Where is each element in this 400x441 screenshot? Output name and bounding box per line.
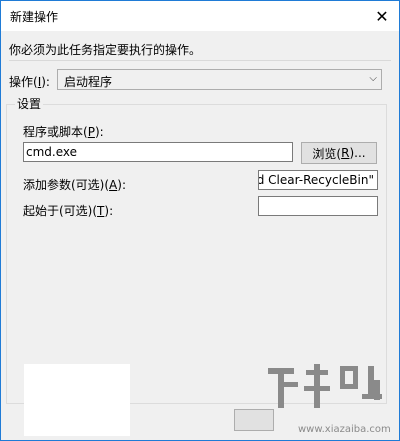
args-input[interactable]: and Clear-RecycleBin": [258, 170, 378, 190]
action-select-value: 启动程序: [64, 75, 113, 89]
window-title: 新建操作: [10, 10, 59, 24]
instruction-text: 你必须为此任务指定要执行的操作。: [9, 43, 202, 57]
settings-group-label: 设置: [15, 95, 44, 112]
browse-button[interactable]: 浏览(R)...: [301, 142, 377, 164]
start-in-label: 起始于(可选)(T):: [23, 204, 114, 218]
close-button[interactable]: ✕: [365, 1, 399, 31]
close-icon: ✕: [375, 6, 389, 26]
start-in-input[interactable]: [258, 196, 378, 216]
action-label: 操作(I):: [9, 75, 50, 89]
action-select[interactable]: 启动程序 ⌵: [57, 69, 382, 90]
divider: [9, 60, 391, 61]
title-bar: 新建操作 ✕: [1, 1, 399, 31]
args-label: 添加参数(可选)(A):: [23, 178, 126, 192]
chevron-down-icon: ⌵: [369, 73, 377, 84]
program-input[interactable]: cmd.exe: [23, 142, 293, 162]
blank-overlay: [24, 364, 130, 436]
watermark-logo: www.xiazaiba.com: [258, 358, 391, 438]
program-label: 程序或脚本(P):: [23, 125, 104, 139]
watermark-url: www.xiazaiba.com: [298, 424, 390, 435]
download-logo-icon: www.xiazaiba.com: [268, 364, 391, 435]
